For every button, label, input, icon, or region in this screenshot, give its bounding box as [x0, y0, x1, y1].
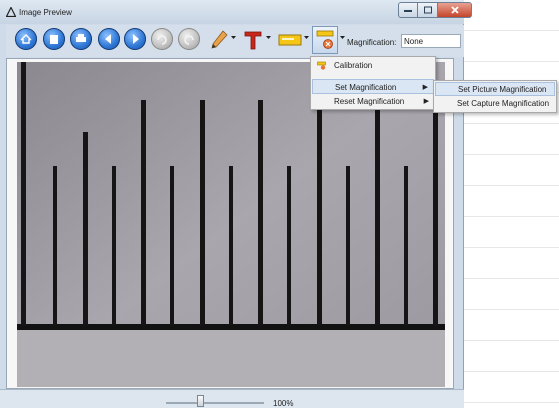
zoom-level-text: 100%: [273, 399, 294, 408]
text-icon[interactable]: [242, 29, 264, 51]
magnification-field[interactable]: None: [401, 34, 461, 48]
home-icon: [20, 34, 32, 44]
previous-button[interactable]: [98, 28, 120, 50]
app-icon: [6, 7, 16, 17]
next-icon: [133, 34, 139, 44]
title-bar: Image Preview: [0, 0, 472, 24]
set-magnification-submenu: Set Picture Magnification Set Capture Ma…: [433, 80, 557, 113]
close-button[interactable]: [438, 2, 472, 18]
open-button[interactable]: [43, 28, 65, 50]
background-document: [464, 0, 559, 408]
magnification-label: Magnification:: [347, 38, 397, 47]
menu-item-calibration-label: Calibration: [334, 61, 373, 70]
measure-tool-button[interactable]: [312, 26, 338, 54]
menu-item-set-capture-magnification-label: Set Capture Magnification: [457, 99, 550, 108]
status-bar: 100%: [0, 389, 464, 408]
highlight-dropdown-arrow-icon[interactable]: [304, 33, 309, 41]
menu-item-reset-magnification-label: Reset Magnification: [334, 97, 405, 106]
home-button[interactable]: [15, 28, 37, 50]
menu-item-set-magnification-label: Set Magnification: [335, 83, 397, 92]
text-dropdown-arrow-icon[interactable]: [266, 33, 271, 41]
zoom-slider-track[interactable]: [166, 402, 264, 404]
minimize-icon: [404, 10, 412, 12]
menu-item-set-magnification[interactable]: Set Magnification ▶: [312, 79, 434, 94]
window-title: Image Preview: [19, 8, 72, 17]
print-icon: [76, 34, 86, 42]
measure-dropdown-arrow-icon[interactable]: [340, 33, 345, 41]
toolbar: Magnification: None: [6, 25, 464, 57]
window-controls: [398, 2, 472, 19]
next-button[interactable]: [124, 28, 146, 50]
maximize-icon: [423, 6, 432, 14]
pencil-icon[interactable]: [209, 29, 229, 51]
highlight-icon[interactable]: [278, 33, 302, 47]
open-icon: [50, 35, 58, 44]
pencil-dropdown-arrow-icon[interactable]: [231, 33, 236, 41]
menu-item-set-picture-magnification[interactable]: Set Picture Magnification: [435, 82, 555, 96]
menu-item-set-picture-magnification-label: Set Picture Magnification: [458, 85, 547, 94]
rotate-right-icon: [184, 35, 194, 45]
ruler-scale-image: [17, 62, 445, 387]
menu-item-set-capture-magnification[interactable]: Set Capture Magnification: [435, 97, 555, 111]
submenu-arrow-icon: ▶: [422, 84, 428, 91]
previous-icon: [105, 34, 111, 44]
measure-icon: [316, 30, 334, 49]
print-button[interactable]: [70, 28, 92, 50]
menu-item-calibration[interactable]: Calibration: [312, 58, 434, 73]
minimize-button[interactable]: [398, 2, 418, 18]
rotate-left-icon: [157, 35, 167, 45]
close-icon: [450, 6, 459, 14]
rotate-left-button[interactable]: [151, 28, 173, 50]
menu-item-reset-magnification[interactable]: Reset Magnification ▶: [312, 94, 434, 109]
measure-dropdown-menu: Calibration Set Magnification ▶ Reset Ma…: [310, 56, 436, 110]
submenu-arrow-icon: ▶: [423, 98, 429, 105]
ruler-icon: [317, 61, 326, 70]
zoom-slider-thumb[interactable]: [196, 395, 204, 407]
maximize-button[interactable]: [418, 2, 438, 18]
rotate-right-button[interactable]: [178, 28, 200, 50]
